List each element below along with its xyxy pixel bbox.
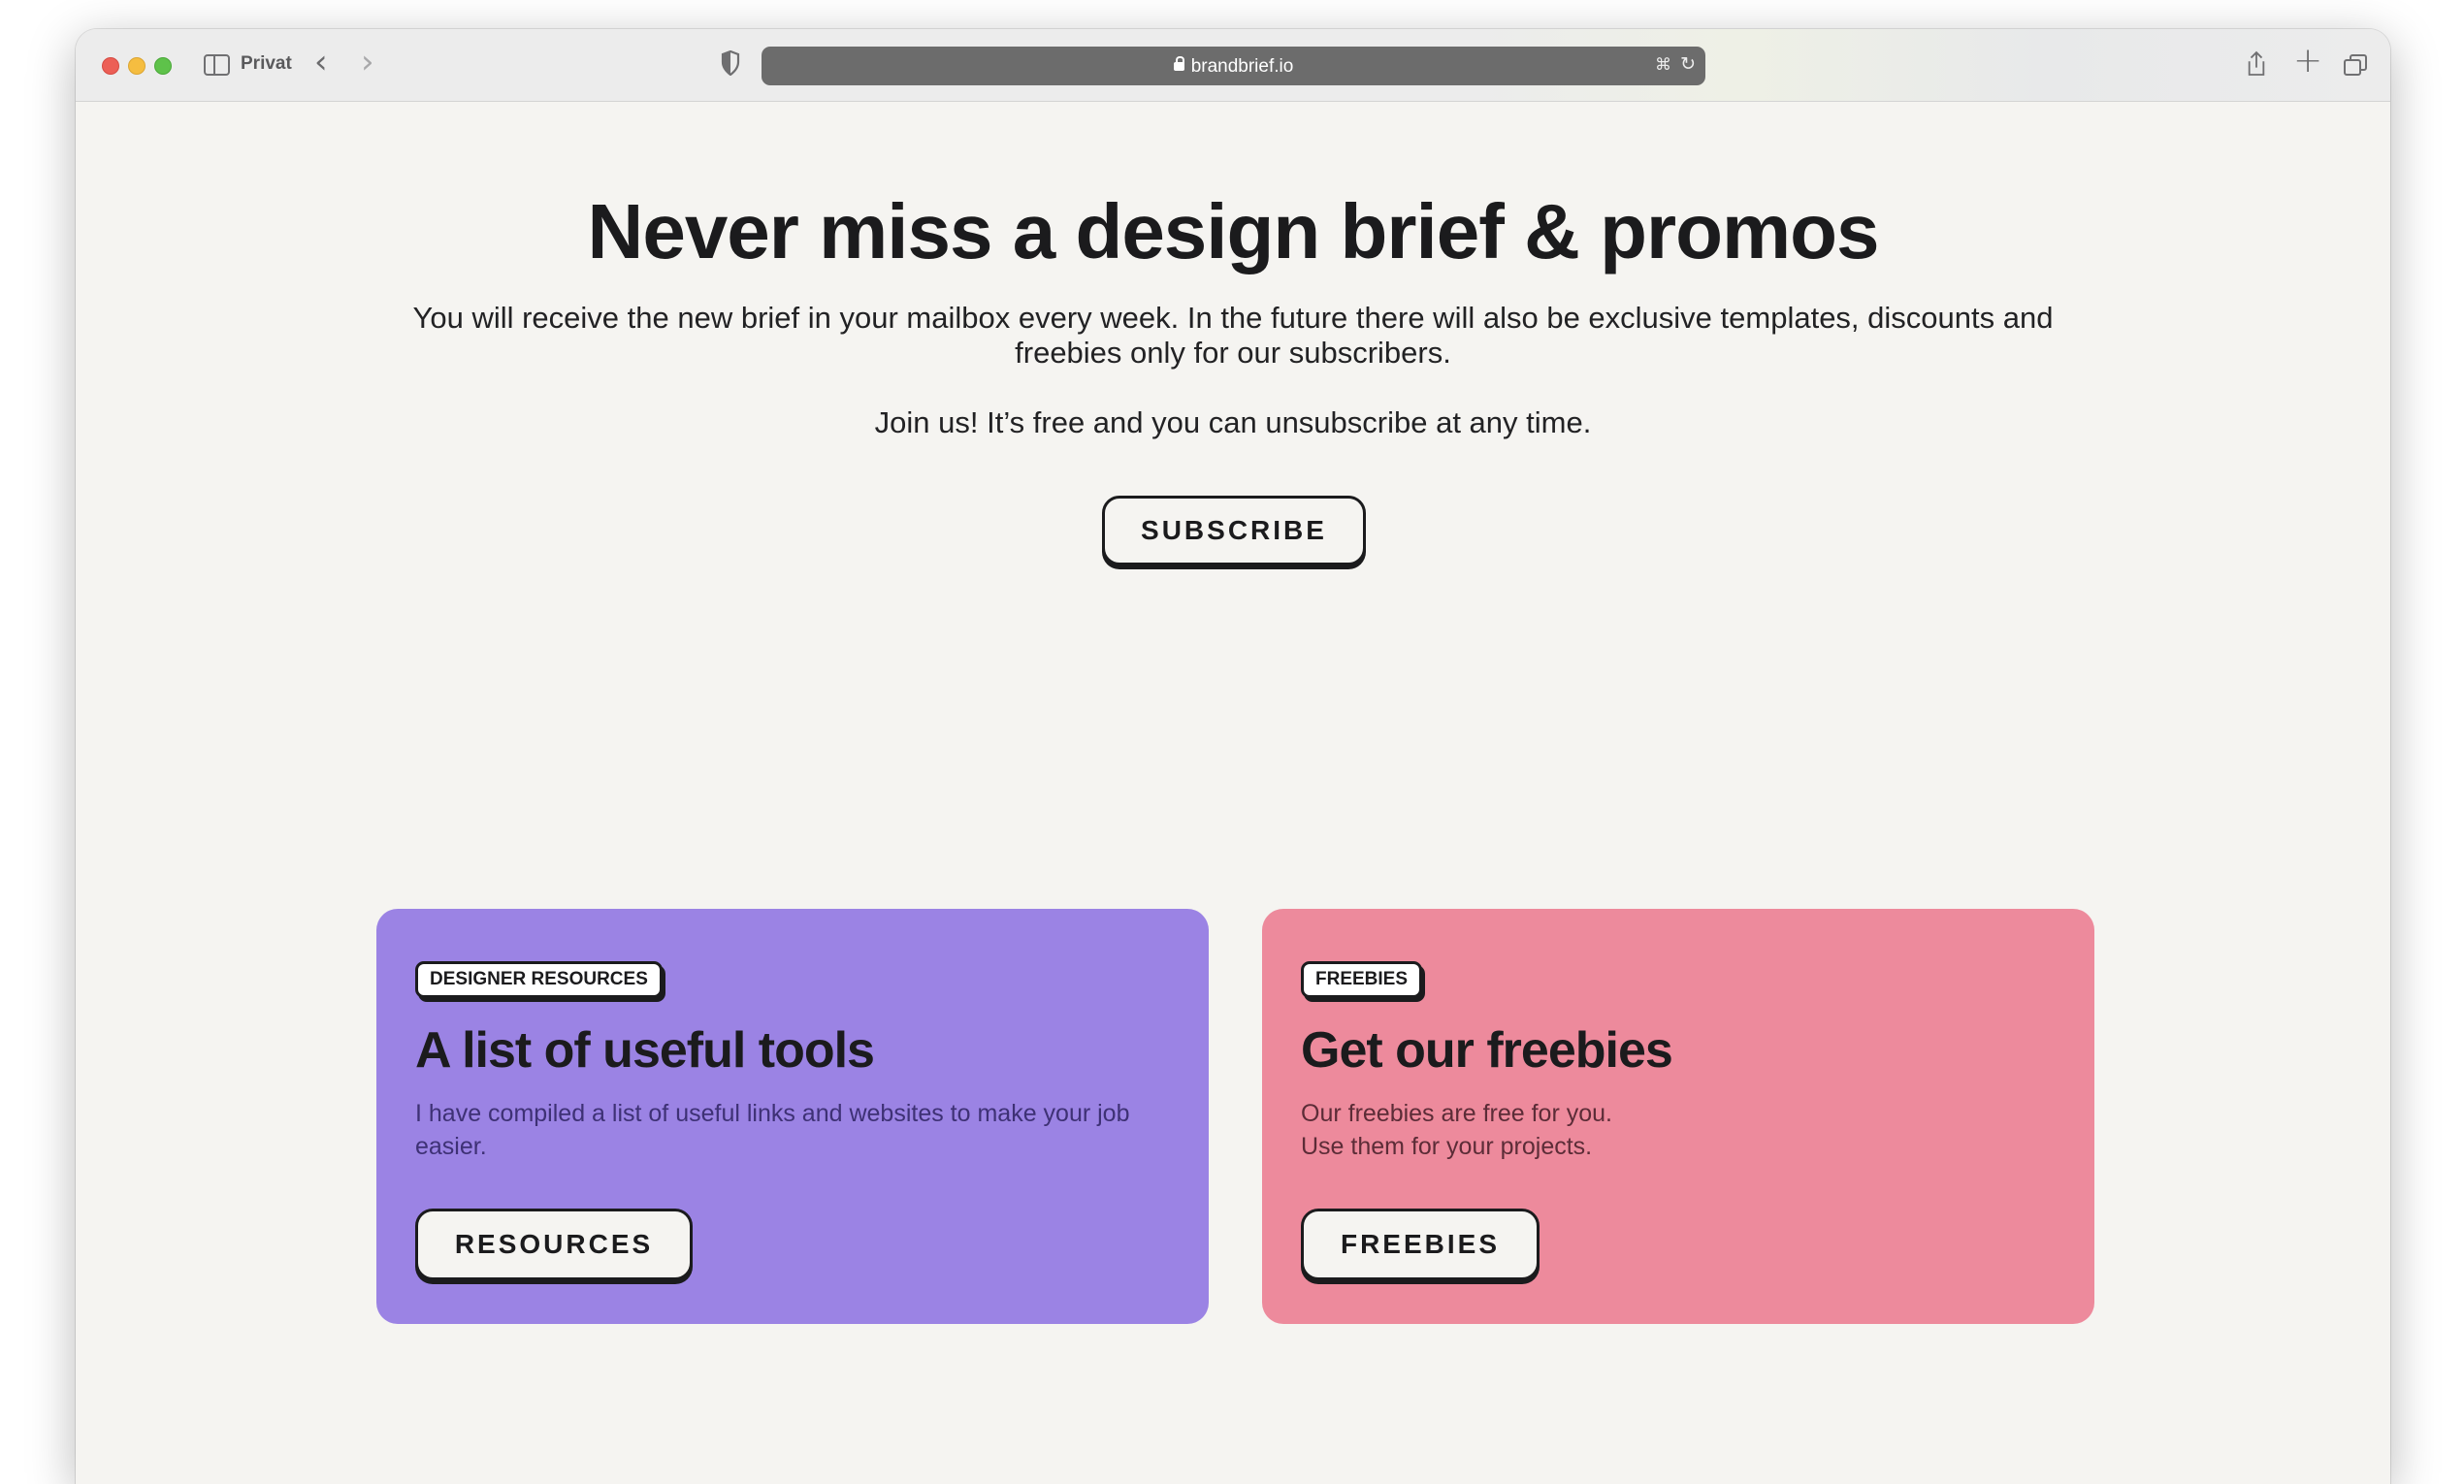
address-bar[interactable]: brandbrief.io ⌘ ↻ xyxy=(762,47,1705,85)
tabs-overview-icon[interactable] xyxy=(2344,54,2367,76)
card-description: I have compiled a list of useful links a… xyxy=(415,1097,1170,1163)
sidebar-icon[interactable] xyxy=(204,54,230,76)
resources-button[interactable]: RESOURCES xyxy=(415,1209,693,1280)
card-description-line: Our freebies are free for you. xyxy=(1301,1100,1612,1127)
lock-icon xyxy=(1173,56,1184,71)
browser-toolbar: Privat ‹ › brandbrief.io ⌘ ↻ + xyxy=(76,29,2390,102)
card-description-line: Use them for your projects. xyxy=(1301,1133,1593,1160)
freebies-card: FREEBIES Get our freebies Our freebies a… xyxy=(1262,909,2094,1324)
resources-card: DESIGNER RESOURCES A list of useful tool… xyxy=(376,909,1209,1324)
card-description: Our freebies are free for you. Use them … xyxy=(1301,1097,2056,1163)
chevron-left-icon[interactable]: ‹ xyxy=(314,43,328,81)
hero-join-text: Join us! It’s free and you can unsubscri… xyxy=(874,405,1592,439)
private-mode-label: Privat xyxy=(241,53,292,74)
maximize-window-button[interactable] xyxy=(154,57,172,75)
url-text: brandbrief.io xyxy=(1190,56,1294,77)
share-icon[interactable] xyxy=(2246,50,2267,78)
card-description-line: I have compiled a list of useful links a… xyxy=(415,1100,1130,1160)
card-title: A list of useful tools xyxy=(415,1022,875,1079)
card-title: Get our freebies xyxy=(1301,1022,1673,1079)
category-badge: FREEBIES xyxy=(1301,961,1423,998)
chevron-right-icon[interactable]: › xyxy=(361,43,374,81)
category-badge: DESIGNER RESOURCES xyxy=(415,961,663,998)
plus-icon[interactable]: + xyxy=(2293,41,2322,81)
minimize-window-button[interactable] xyxy=(128,57,146,75)
hero-subtitle: You will receive the new brief in your m… xyxy=(412,301,2054,370)
freebies-button[interactable]: FREEBIES xyxy=(1301,1209,1540,1280)
translate-icon[interactable]: ⌘ xyxy=(1655,55,1671,75)
close-window-button[interactable] xyxy=(102,57,119,75)
shield-icon[interactable] xyxy=(721,50,740,76)
url-display: brandbrief.io xyxy=(762,56,1705,78)
page-content: Never miss a design brief & promos You w… xyxy=(76,102,2390,1484)
browser-window: Privat ‹ › brandbrief.io ⌘ ↻ + Never mis… xyxy=(76,29,2390,1484)
reload-icon[interactable]: ↻ xyxy=(1680,53,1696,76)
subscribe-button[interactable]: SUBSCRIBE xyxy=(1102,496,1366,565)
page-title: Never miss a design brief & promos xyxy=(587,188,1880,274)
